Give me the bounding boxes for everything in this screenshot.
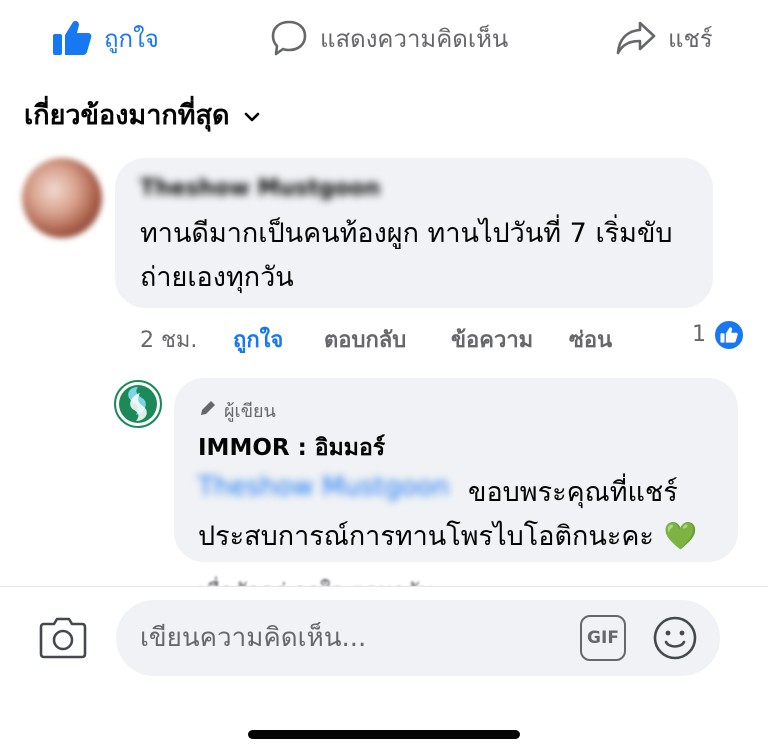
camera-icon[interactable]	[38, 616, 88, 664]
thumbs-up-icon	[52, 19, 92, 57]
comment-author-name[interactable]: Theshow Mustgoon	[140, 176, 380, 201]
page-avatar[interactable]	[114, 380, 162, 428]
commenter-avatar[interactable]	[22, 158, 102, 238]
comment-message-link[interactable]: ข้อความ	[451, 322, 533, 357]
like-reaction-icon[interactable]	[712, 318, 746, 352]
smiley-icon[interactable]	[652, 615, 698, 665]
comment-hide-link[interactable]: ซ่อน	[569, 322, 612, 357]
reply-author-name[interactable]: IMMOR : อิมมอร์	[198, 430, 385, 466]
comment-input[interactable]	[116, 600, 720, 676]
comment-like-link[interactable]: ถูกใจ	[233, 322, 283, 357]
reaction-count[interactable]: 1	[692, 322, 706, 347]
gif-button[interactable]: GIF	[580, 615, 626, 661]
green-heart-icon: 💚	[663, 520, 698, 552]
comment-action-label: แสดงความคิดเห็น	[320, 24, 509, 53]
comment-timestamp: 2 ชม.	[140, 328, 198, 353]
share-arrow-icon	[616, 20, 656, 56]
author-badge-label: ผู้เขียน	[224, 401, 276, 422]
reply-text-line2-row: ประสบการณ์การทานโพรไบโอติกนะคะ 💚	[198, 514, 698, 557]
like-action-button[interactable]: ถูกใจ	[52, 16, 159, 60]
post-action-bar: ถูกใจ แสดงความคิดเห็น แชร์	[0, 0, 768, 78]
sort-label: เกี่ยวข้องมากที่สุด	[24, 99, 230, 131]
share-action-label: แชร์	[668, 24, 713, 53]
comment-bubble-icon	[270, 19, 308, 57]
comment-sort-dropdown[interactable]: เกี่ยวข้องมากที่สุด	[24, 92, 260, 136]
like-action-label: ถูกใจ	[104, 24, 159, 53]
reply-text-line1: ขอบพระคุณที่แชร์	[468, 477, 678, 508]
home-indicator	[248, 730, 520, 739]
comment-reply-link[interactable]: ตอบกลับ	[324, 322, 406, 357]
comment-text: ทานดีมากเป็นคนท้องผูก ทานไปวันที่ 7 เริ่…	[140, 218, 673, 293]
comment-action-button[interactable]: แสดงความคิดเห็น	[270, 16, 508, 60]
mention-link[interactable]: Theshow Mustgoon	[198, 472, 449, 502]
pen-icon	[198, 398, 218, 423]
author-badge: ผู้เขียน	[198, 396, 276, 425]
reply-text-line2: ประสบการณ์การทานโพรไบโอติกนะคะ	[198, 521, 654, 552]
comment-meta-row: 2 ชม. ถูกใจ ตอบกลับ ข้อความ ซ่อน 1	[140, 318, 750, 354]
share-action-button[interactable]: แชร์	[616, 16, 713, 60]
chevron-down-icon	[244, 99, 260, 130]
